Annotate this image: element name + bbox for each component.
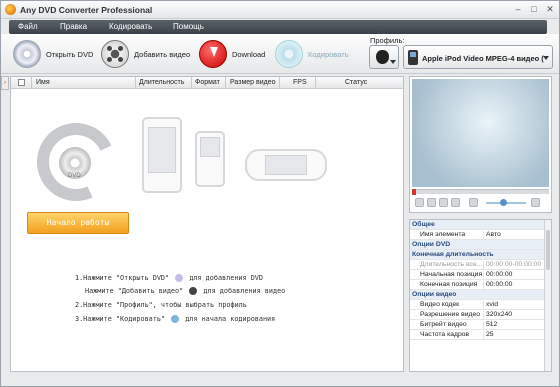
title-bar: Any DVD Converter Professional – □ ✕ [1,1,559,19]
prop-video-bitrate[interactable]: Битрейт видео 512 [410,320,545,330]
app-logo-icon [5,4,16,15]
psp-icon [245,149,327,181]
volume-slider[interactable] [486,199,526,206]
hint-text: 3.Нажмите "Кодировать" [75,315,166,323]
volume-icon[interactable] [469,198,478,207]
chevron-down-icon [390,60,396,64]
prop-item-name[interactable]: Имя элемента Авто [410,230,545,240]
ipod-icon [195,131,225,187]
column-divider [31,77,32,89]
device-category-button[interactable] [369,45,399,69]
preview-panel [409,76,552,213]
chevron-down-icon [543,56,549,60]
menu-bar: Файл Правка Кодировать Помощь [9,20,547,34]
encode-button[interactable]: Кодировать [275,38,349,70]
start-button[interactable]: Начало работы [27,212,129,234]
file-list-panel: Имя Длительность Формат Размер видео FPS… [10,76,404,372]
hint-line-2: Нажмите "Добавить видео" для добавления … [85,287,285,295]
settings-button[interactable] [531,198,540,207]
hint-text: 1.Нажмите "Открыть DVD" [75,274,170,282]
video-preview [412,79,549,187]
profile-value: Apple iPod Video MPEG-4 видео (*.m... [422,54,544,63]
profile-select[interactable]: Apple iPod Video MPEG-4 видео (*.m... [403,45,553,69]
column-video-size[interactable]: Размер видео [230,79,276,86]
column-divider [135,77,136,89]
prop-video-resolution[interactable]: Разрешение видео 320x240 [410,310,545,320]
collapse-panel-button[interactable]: › [1,76,9,90]
play-button[interactable] [415,198,424,207]
column-divider [279,77,280,89]
menu-file[interactable]: Файл [18,22,38,31]
column-divider [191,77,192,89]
column-divider [225,77,226,89]
download-label: Download [232,49,266,59]
column-format[interactable]: Формат [195,79,220,86]
prop-video-codec[interactable]: Видео кодек xvid [410,300,545,310]
menu-encode[interactable]: Кодировать [109,22,152,31]
properties-panel: Общее Имя элемента Авто Опции DVD Конечна… [409,219,552,372]
column-duration[interactable]: Длительность [139,79,184,86]
hint-text: Нажмите "Добавить видео" [85,287,184,295]
snapshot-button[interactable] [439,198,448,207]
add-video-button[interactable]: Добавить видео [101,38,190,70]
prop-duration-all: Длительность все... 00:00:00-00:00:00 [410,260,545,270]
hint-line-3: 2.Нажмите "Профиль", чтобы выбрать профи… [75,301,247,309]
film-reel-icon [101,40,129,68]
encode-icon [171,315,180,323]
player-controls [412,196,549,210]
folder-button[interactable] [451,198,460,207]
menu-help[interactable]: Помощь [173,22,204,31]
download-button[interactable]: Download [199,38,265,70]
seek-bar[interactable] [412,189,549,195]
iphone-icon [142,117,182,193]
column-status[interactable]: Статус [345,79,367,86]
prop-frame-rate[interactable]: Частота кадров 25 [410,330,545,340]
column-divider [315,77,316,89]
maximize-button[interactable]: □ [527,3,541,15]
encode-label: Кодировать [308,49,349,59]
file-table-header: Имя Длительность Формат Размер видео FPS… [11,77,403,89]
open-dvd-button[interactable]: Открыть DVD [13,38,93,70]
hint-text: 2.Нажмите "Профиль", чтобы выбрать профи… [75,301,247,309]
group-video-options[interactable]: Опции видео [410,290,545,300]
film-reel-icon [189,287,198,295]
dvd-disc-text: DVD [68,173,81,179]
properties-scrollbar[interactable] [544,220,551,371]
select-all-checkbox[interactable] [18,79,25,86]
window-title: Any DVD Converter Professional [20,5,153,15]
prop-end-position[interactable]: Конечная позиция 00:00:00 [410,280,545,290]
hint-text: для добавления видео [203,287,286,295]
hint-line-1: 1.Нажмите "Открыть DVD" для добавления D… [75,274,263,282]
add-video-label: Добавить видео [134,49,191,59]
close-button[interactable]: ✕ [543,3,557,15]
group-end-duration[interactable]: Конечная длительность [410,250,545,260]
app-window: Any DVD Converter Professional – □ ✕ Фай… [0,0,560,387]
stop-button[interactable] [427,198,436,207]
hint-line-4: 3.Нажмите "Кодировать" для начала кодиро… [75,315,275,323]
menu-edit[interactable]: Правка [60,22,87,31]
minimize-button[interactable]: – [511,3,525,15]
hint-text: для добавления DVD [189,274,263,282]
group-dvd-options[interactable]: Опции DVD [410,240,545,250]
open-dvd-label: Открыть DVD [46,49,94,59]
profile-label: Профиль: [370,36,405,45]
group-general[interactable]: Общее [410,220,545,230]
encode-icon [275,40,303,68]
dvd-disc-icon [13,40,41,68]
apple-icon [376,50,389,64]
column-name[interactable]: Имя [36,79,50,86]
dvd-disc-icon [175,274,184,282]
download-icon [199,40,227,68]
column-fps[interactable]: FPS [293,79,307,86]
prop-start-position[interactable]: Начальная позиция 00:00:00 [410,270,545,280]
ipod-icon [408,50,418,65]
hint-text: для начала кодирования [185,315,276,323]
